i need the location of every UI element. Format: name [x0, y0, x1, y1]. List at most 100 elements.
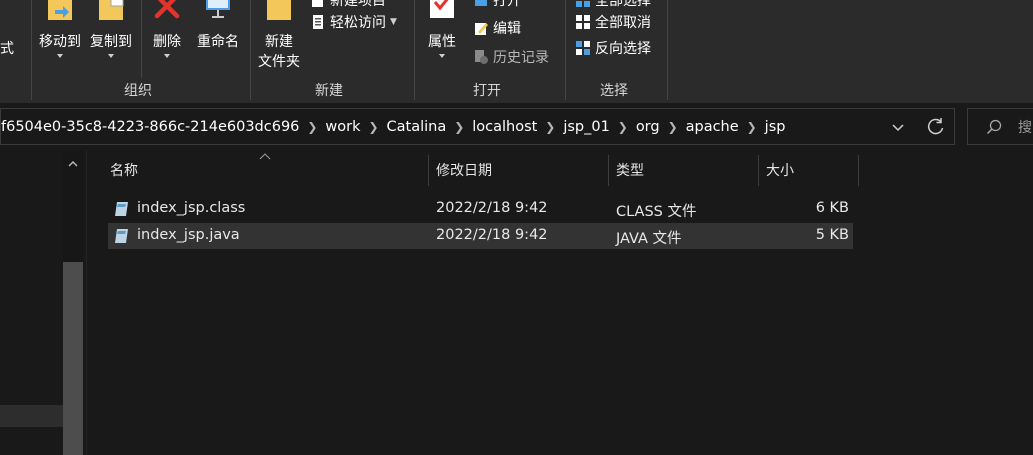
properties-label: 属性: [428, 34, 456, 50]
group-label-organize: 组织: [124, 83, 152, 99]
history-button[interactable]: 历史记录: [473, 47, 549, 67]
rename-button[interactable]: 重命名: [192, 0, 244, 76]
select-all-label: 全部选择: [595, 0, 651, 9]
refresh-icon[interactable]: [925, 116, 947, 138]
column-header-modified[interactable]: 修改日期: [436, 160, 492, 180]
file-size: 6 KB: [815, 200, 849, 216]
pane-divider[interactable]: [86, 150, 87, 455]
folder-copy-icon: [99, 0, 124, 20]
edit-label: 编辑: [493, 21, 521, 37]
file-row[interactable]: index_jsp.java 2022/2/18 9:42 JAVA 文件 5 …: [108, 223, 853, 249]
breadcrumb-item[interactable]: apache: [684, 119, 741, 135]
easy-access-button[interactable]: 轻松访问 ▼: [310, 12, 397, 32]
group-label-open: 打开: [473, 83, 501, 99]
chevron-right-icon[interactable]: ❯: [612, 120, 634, 134]
generic-file-icon: [115, 229, 128, 243]
breadcrumb: f6504e0-35c8-4223-866c-214e603dc696 ❯ wo…: [1, 109, 787, 144]
file-size: 5 KB: [815, 227, 849, 243]
breadcrumb-item[interactable]: Catalina: [385, 119, 449, 135]
edit-pencil-icon: [475, 23, 488, 35]
folder-arrow-icon: [48, 0, 72, 20]
column-header-size[interactable]: 大小: [766, 160, 794, 180]
group-label-new: 新建: [315, 83, 343, 99]
red-x-icon: [154, 0, 180, 19]
column-header-name[interactable]: 名称: [110, 160, 138, 180]
chevron-right-icon[interactable]: ❯: [539, 120, 561, 134]
chevron-down-icon[interactable]: [888, 117, 908, 137]
file-name: index_jsp.java: [137, 227, 240, 243]
search-input[interactable]: 搜: [967, 108, 1033, 145]
easy-access-icon: [313, 15, 323, 29]
properties-button[interactable]: 属性: [420, 0, 464, 76]
ribbon-partial-label[interactable]: 式: [0, 38, 14, 58]
breadcrumb-item[interactable]: work: [323, 119, 362, 135]
search-icon: [986, 119, 1002, 135]
ribbon: 式 移动到 复制到 删除 重命名 新建 文件夹 新建项目 轻松访问 ▼ 属性 打…: [0, 0, 1033, 103]
easy-access-label: 轻松访问: [330, 15, 386, 31]
group-separator: [31, 0, 32, 100]
nav-pane-item[interactable]: [0, 405, 63, 427]
group-label-select: 选择: [600, 83, 628, 99]
group-separator: [414, 0, 415, 100]
invert-selection-icon: [576, 41, 590, 55]
chevron-right-icon[interactable]: ❯: [448, 120, 470, 134]
group-separator: [565, 0, 566, 100]
chevron-up-icon[interactable]: [68, 160, 78, 168]
history-clock-icon: [475, 50, 488, 64]
select-none-icon: [576, 15, 590, 29]
open-icon: [475, 0, 487, 6]
file-row[interactable]: index_jsp.class 2022/2/18 9:42 CLASS 文件 …: [108, 196, 853, 222]
address-area: f6504e0-35c8-4223-866c-214e603dc696 ❯ wo…: [0, 103, 1033, 150]
delete-label: 删除: [153, 34, 181, 50]
chevron-right-icon[interactable]: ❯: [301, 120, 323, 134]
breadcrumb-item[interactable]: f6504e0-35c8-4223-866c-214e603dc696: [0, 119, 301, 135]
column-divider[interactable]: [858, 155, 859, 186]
rename-label: 重命名: [197, 34, 239, 50]
checkmark-properties-icon: [430, 0, 454, 18]
select-all-button[interactable]: 全部选择: [575, 0, 651, 10]
delete-button[interactable]: 删除: [148, 0, 186, 76]
breadcrumb-item[interactable]: org: [634, 119, 662, 135]
chevron-down-icon: ▼: [390, 17, 397, 27]
column-divider[interactable]: [428, 155, 429, 186]
nav-scrollbar-thumb[interactable]: [63, 262, 83, 455]
file-type: CLASS 文件: [616, 204, 697, 220]
new-item-label: 新建项目: [330, 0, 386, 9]
open-label: 打开: [493, 0, 521, 9]
select-none-label: 全部取消: [595, 15, 651, 31]
file-name: index_jsp.class: [137, 200, 246, 216]
breadcrumb-item[interactable]: jsp: [763, 119, 788, 135]
new-item-button[interactable]: 新建项目: [310, 0, 386, 10]
copy-to-button[interactable]: 复制到: [86, 0, 136, 76]
column-divider[interactable]: [758, 155, 759, 186]
edit-button[interactable]: 编辑: [473, 18, 521, 38]
new-item-icon: [312, 0, 323, 7]
new-folder-label: 新建: [265, 34, 293, 50]
address-bar[interactable]: f6504e0-35c8-4223-866c-214e603dc696 ❯ wo…: [0, 108, 955, 145]
ribbon-partial-label-text: 式: [0, 41, 14, 57]
file-modified: 2022/2/18 9:42: [436, 227, 548, 243]
new-folder-icon: [267, 0, 291, 20]
copy-to-label: 复制到: [90, 34, 132, 50]
chevron-right-icon[interactable]: ❯: [662, 120, 684, 134]
select-none-button[interactable]: 全部取消: [575, 12, 651, 32]
copy-to-dropdown-caret: [108, 54, 114, 58]
move-to-button[interactable]: 移动到: [35, 0, 85, 76]
breadcrumb-item[interactable]: localhost: [470, 119, 539, 135]
file-type: JAVA 文件: [616, 231, 682, 247]
move-to-label: 移动到: [39, 34, 81, 50]
new-folder-button[interactable]: 新建 文件夹: [254, 0, 304, 76]
rename-icon: [206, 0, 230, 18]
breadcrumb-item[interactable]: jsp_01: [561, 119, 612, 135]
column-header-type[interactable]: 类型: [616, 160, 644, 180]
open-button[interactable]: 打开: [473, 0, 521, 10]
search-placeholder: 搜: [1018, 120, 1032, 136]
chevron-right-icon[interactable]: ❯: [741, 120, 763, 134]
history-label: 历史记录: [493, 50, 549, 66]
invert-selection-button[interactable]: 反向选择: [575, 38, 651, 58]
chevron-right-icon[interactable]: ❯: [363, 120, 385, 134]
invert-selection-label: 反向选择: [595, 41, 651, 57]
group-separator: [667, 0, 668, 100]
column-divider[interactable]: [608, 155, 609, 186]
delete-dropdown-caret: [164, 54, 170, 58]
